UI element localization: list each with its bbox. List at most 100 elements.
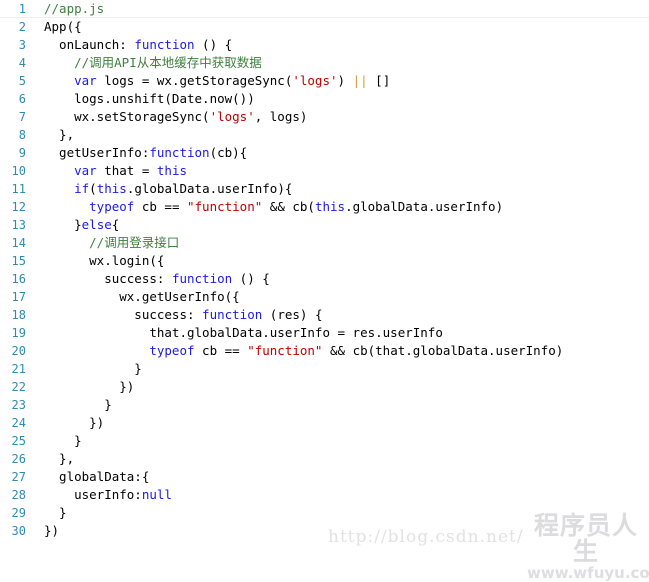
code-token-string: 'logs' bbox=[209, 109, 255, 124]
code-token-plain: () { bbox=[232, 271, 270, 286]
code-line-text[interactable]: typeof cb == "function" && cb(that.globa… bbox=[34, 342, 649, 360]
code-viewer[interactable]: 1 //app.js 2 App({3 onLaunch: function () {… bbox=[0, 0, 649, 563]
code-line-text[interactable]: }) bbox=[34, 378, 649, 396]
code-line[interactable]: 23 } bbox=[0, 396, 649, 414]
code-line[interactable]: 1 //app.js bbox=[0, 0, 649, 18]
code-line-text[interactable]: //调用登录接口 bbox=[34, 234, 649, 252]
code-line[interactable]: 18 success: function (res) { bbox=[0, 306, 649, 324]
code-line[interactable]: 9 getUserInfo:function(cb){ bbox=[0, 144, 649, 162]
code-line-text[interactable]: }) bbox=[34, 414, 649, 432]
code-line-text[interactable]: logs.unshift(Date.now()) bbox=[34, 90, 649, 108]
code-line[interactable]: 12 typeof cb == "function" && cb(this.gl… bbox=[0, 198, 649, 216]
code-line[interactable]: 20 typeof cb == "function" && cb(that.gl… bbox=[0, 342, 649, 360]
code-token-plain: () { bbox=[194, 37, 233, 52]
code-line-text[interactable]: onLaunch: function () { bbox=[34, 36, 649, 54]
code-line-text[interactable]: var logs = wx.getStorageSync('logs') || … bbox=[34, 72, 649, 90]
code-token-keyword: this bbox=[156, 163, 188, 178]
code-line-text[interactable]: wx.setStorageSync('logs', logs) bbox=[34, 108, 649, 126]
code-line[interactable]: 16 success: function () { bbox=[0, 270, 649, 288]
code-line-text[interactable]: } bbox=[34, 360, 649, 378]
code-line-text[interactable]: App({ bbox=[34, 18, 649, 36]
code-token-plain: ) bbox=[337, 73, 353, 88]
code-token-plain: .globalData.userInfo) bbox=[345, 199, 504, 214]
code-line[interactable]: 10 var that = this bbox=[0, 162, 649, 180]
code-line-text[interactable]: //app.js bbox=[34, 0, 649, 18]
code-line-text[interactable]: } bbox=[34, 396, 649, 414]
code-token-keyword: if bbox=[74, 181, 90, 196]
code-line[interactable]: 17 wx.getUserInfo({ bbox=[0, 288, 649, 306]
code-token-plain: } bbox=[44, 505, 67, 520]
code-line[interactable]: 28 userInfo:null bbox=[0, 486, 649, 504]
code-token-plain: } bbox=[44, 433, 82, 448]
code-line[interactable]: 19 that.globalData.userInfo = res.userIn… bbox=[0, 324, 649, 342]
code-token-plain: that.globalData.userInfo = res.userInfo bbox=[44, 325, 443, 340]
code-line[interactable]: 6 logs.unshift(Date.now()) bbox=[0, 90, 649, 108]
code-line-text[interactable]: getUserInfo:function(cb){ bbox=[34, 144, 649, 162]
line-number: 23 bbox=[11, 398, 26, 412]
code-token-plain: && cb( bbox=[262, 199, 315, 214]
line-number: 14 bbox=[11, 236, 26, 250]
code-token-comment: //调用API从本地缓存中获取数据 bbox=[74, 55, 262, 70]
line-number: 3 bbox=[18, 38, 26, 52]
code-line-text[interactable]: } bbox=[34, 432, 649, 450]
code-token-plain: success: bbox=[44, 271, 172, 286]
code-token-plain: } bbox=[44, 217, 82, 232]
code-line-text[interactable]: success: function (res) { bbox=[34, 306, 649, 324]
code-token-plain: (res) { bbox=[262, 307, 323, 322]
code-token-plain: App({ bbox=[44, 19, 82, 34]
line-number: 19 bbox=[11, 326, 26, 340]
code-line[interactable]: 15 wx.login({ bbox=[0, 252, 649, 270]
code-token-keyword: else bbox=[81, 217, 112, 232]
code-line-text[interactable]: var that = this bbox=[34, 162, 649, 180]
code-token-plain: }, bbox=[44, 127, 75, 142]
code-token-plain: }) bbox=[44, 523, 60, 538]
code-line[interactable]: 2 App({ bbox=[0, 18, 649, 36]
code-line-text[interactable]: }, bbox=[34, 126, 649, 144]
code-line-text[interactable]: success: function () { bbox=[34, 270, 649, 288]
code-line[interactable]: 26 }, bbox=[0, 450, 649, 468]
code-token-keyword: null bbox=[141, 487, 172, 502]
code-line[interactable]: 22 }) bbox=[0, 378, 649, 396]
code-line[interactable]: 25 } bbox=[0, 432, 649, 450]
code-line-text[interactable]: wx.login({ bbox=[34, 252, 649, 270]
line-number: 26 bbox=[11, 452, 26, 466]
code-line-text[interactable]: wx.getUserInfo({ bbox=[34, 288, 649, 306]
code-line-text[interactable]: }else{ bbox=[34, 216, 649, 234]
code-line-text[interactable]: }, bbox=[34, 450, 649, 468]
line-number: 24 bbox=[11, 416, 26, 430]
line-number: 7 bbox=[18, 110, 26, 124]
line-number: 8 bbox=[18, 128, 26, 142]
code-token-plain: wx.getUserInfo({ bbox=[44, 289, 240, 304]
code-line[interactable]: 24 }) bbox=[0, 414, 649, 432]
code-token-plain: [] bbox=[367, 73, 391, 88]
code-token-plain: userInfo: bbox=[44, 487, 142, 502]
watermark-url: http://blog.csdn.net/ bbox=[328, 527, 524, 547]
code-line[interactable]: 14 //调用登录接口 bbox=[0, 234, 649, 252]
line-number: 28 bbox=[11, 488, 26, 502]
code-line[interactable]: 27 globalData:{ bbox=[0, 468, 649, 486]
code-token-keyword: var bbox=[74, 73, 97, 88]
code-line-text[interactable]: typeof cb == "function" && cb(this.globa… bbox=[34, 198, 649, 216]
code-line-text[interactable]: //调用API从本地缓存中获取数据 bbox=[34, 54, 649, 72]
code-line-text[interactable]: globalData:{ bbox=[34, 468, 649, 486]
code-line[interactable]: 21 } bbox=[0, 360, 649, 378]
code-line[interactable]: 8 }, bbox=[0, 126, 649, 144]
code-line-text[interactable]: that.globalData.userInfo = res.userInfo bbox=[34, 324, 649, 342]
code-line[interactable]: 4 //调用API从本地缓存中获取数据 bbox=[0, 54, 649, 72]
code-token-plain: } bbox=[44, 397, 112, 412]
code-token-plain: }) bbox=[44, 379, 135, 394]
line-number: 17 bbox=[11, 290, 26, 304]
line-number: 30 bbox=[11, 524, 26, 538]
code-line-text[interactable]: if(this.globalData.userInfo){ bbox=[34, 180, 649, 198]
code-line[interactable]: 7 wx.setStorageSync('logs', logs) bbox=[0, 108, 649, 126]
line-number: 22 bbox=[11, 380, 26, 394]
code-line[interactable]: 11 if(this.globalData.userInfo){ bbox=[0, 180, 649, 198]
code-token-keyword: typeof bbox=[149, 343, 195, 358]
code-line[interactable]: 13 }else{ bbox=[0, 216, 649, 234]
code-line[interactable]: 5 var logs = wx.getStorageSync('logs') |… bbox=[0, 72, 649, 90]
code-line-text[interactable]: userInfo:null bbox=[34, 486, 649, 504]
code-line[interactable]: 3 onLaunch: function () { bbox=[0, 36, 649, 54]
code-token-keyword: var bbox=[74, 163, 97, 178]
